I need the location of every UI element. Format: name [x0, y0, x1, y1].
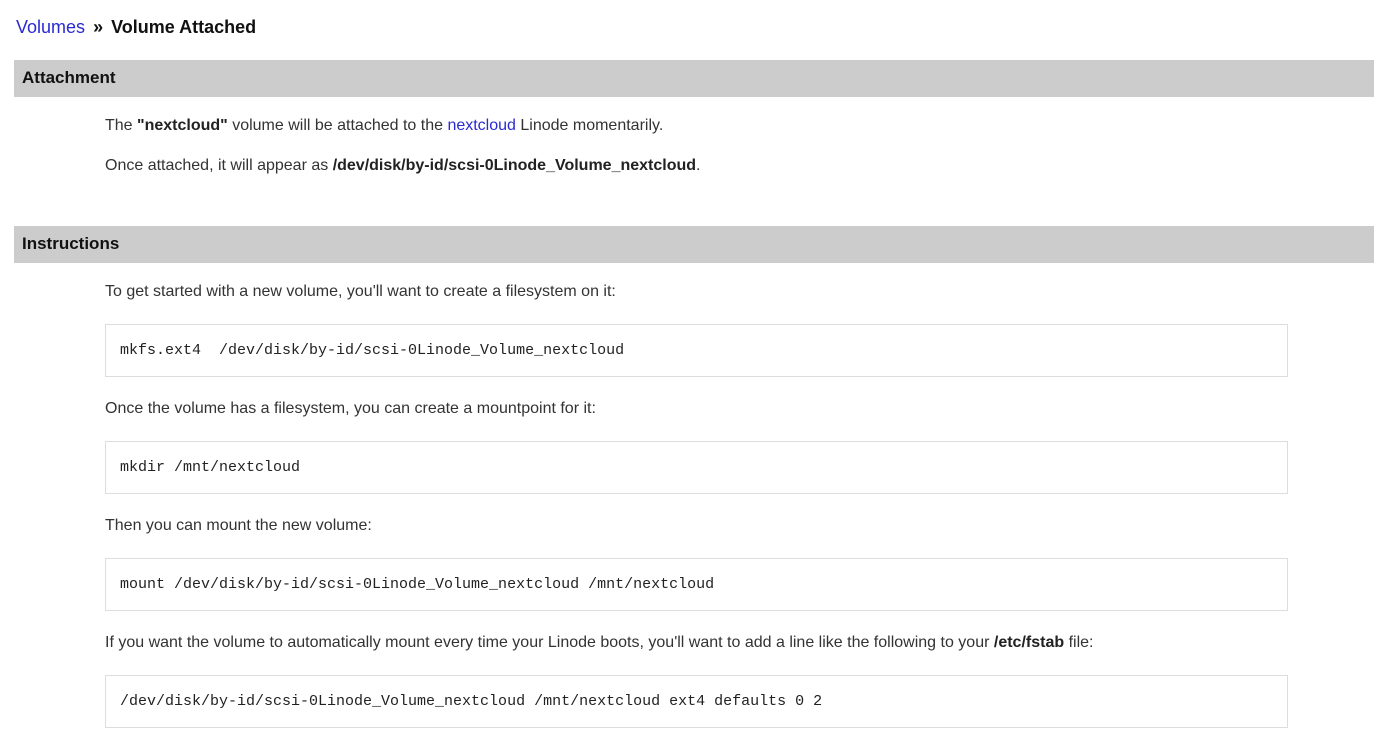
step-create-filesystem-text: To get started with a new volume, you'll… [105, 283, 1388, 301]
step-fstab-text-pre: If you want the volume to automatically … [105, 634, 994, 651]
attachment-status-text-pre: The [105, 117, 137, 134]
attachment-device-text-pre: Once attached, it will appear as [105, 157, 333, 174]
code-block-mount: mount /dev/disk/by-id/scsi-0Linode_Volum… [105, 558, 1288, 611]
code-mkfs-command: mkfs.ext4 /dev/disk/by-id/scsi-0Linode_V… [120, 342, 624, 359]
breadcrumb-separator-icon: » [93, 17, 103, 37]
volume-name: "nextcloud" [137, 117, 228, 134]
step-fstab-text-post: file: [1064, 634, 1093, 651]
attachment-section-header: Attachment [14, 60, 1374, 97]
code-block-mkdir: mkdir /mnt/nextcloud [105, 441, 1288, 494]
breadcrumb-current-page: Volume Attached [111, 17, 256, 37]
breadcrumb-volumes-link[interactable]: Volumes [16, 17, 85, 37]
step-create-mountpoint-text: Once the volume has a filesystem, you ca… [105, 400, 1388, 418]
attachment-section-body: The "nextcloud" volume will be attached … [105, 117, 1388, 175]
instructions-section-header: Instructions [14, 226, 1374, 263]
code-block-mkfs: mkfs.ext4 /dev/disk/by-id/scsi-0Linode_V… [105, 324, 1288, 377]
step-fstab-text: If you want the volume to automatically … [105, 634, 1388, 652]
device-path: /dev/disk/by-id/scsi-0Linode_Volume_next… [333, 157, 696, 174]
code-block-fstab: /dev/disk/by-id/scsi-0Linode_Volume_next… [105, 675, 1288, 728]
attachment-device-text: Once attached, it will appear as /dev/di… [105, 157, 1388, 175]
code-fstab-line: /dev/disk/by-id/scsi-0Linode_Volume_next… [120, 693, 822, 710]
attachment-status-text: The "nextcloud" volume will be attached … [105, 117, 1388, 135]
instructions-section: Instructions To get started with a new v… [0, 226, 1388, 728]
nextcloud-linode-link[interactable]: nextcloud [447, 117, 516, 134]
attachment-device-text-post: . [696, 157, 700, 174]
instructions-section-body: To get started with a new volume, you'll… [105, 283, 1388, 728]
code-mount-command: mount /dev/disk/by-id/scsi-0Linode_Volum… [120, 576, 714, 593]
attachment-section: Attachment The "nextcloud" volume will b… [0, 60, 1388, 175]
attachment-status-text-post: Linode momentarily. [516, 117, 663, 134]
fstab-file-path: /etc/fstab [994, 634, 1064, 651]
attachment-status-text-mid: volume will be attached to the [228, 117, 448, 134]
step-mount-volume-text: Then you can mount the new volume: [105, 517, 1388, 535]
breadcrumb: Volumes » Volume Attached [0, 0, 1388, 38]
code-mkdir-command: mkdir /mnt/nextcloud [120, 459, 300, 476]
